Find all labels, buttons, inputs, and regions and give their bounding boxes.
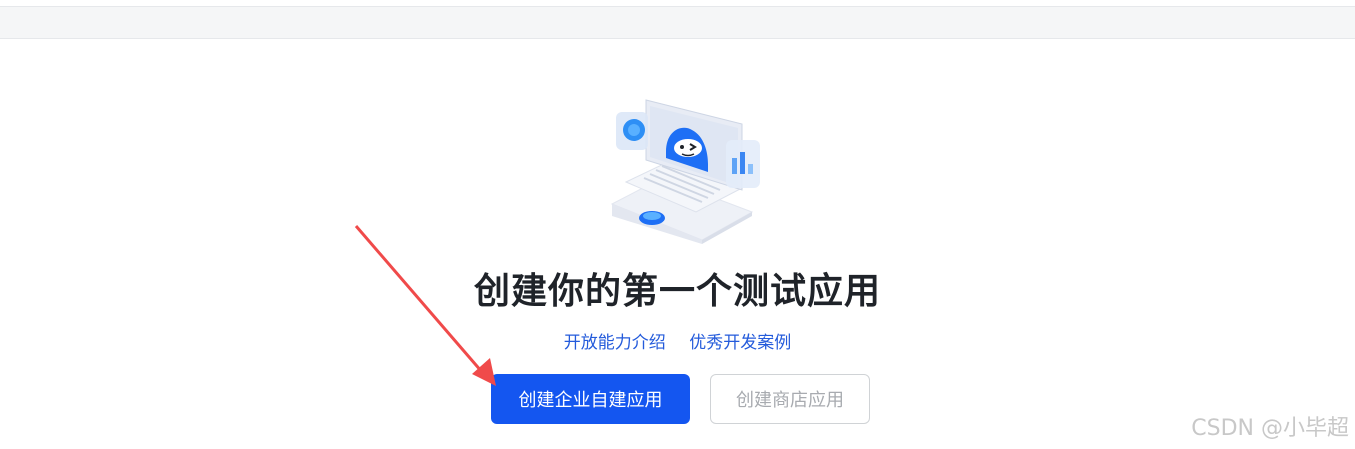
create-store-app-button[interactable]: 创建商店应用 xyxy=(710,374,870,424)
laptop-mascot-illustration xyxy=(610,99,760,244)
create-custom-app-button[interactable]: 创建企业自建应用 xyxy=(491,374,690,424)
top-bar xyxy=(0,6,1355,39)
dev-cases-link[interactable]: 优秀开发案例 xyxy=(689,333,791,353)
open-capabilities-link[interactable]: 开放能力介绍 xyxy=(564,333,666,353)
watermark: CSDN @小毕超 xyxy=(1191,416,1349,441)
links-row: 开放能力介绍 优秀开发案例 xyxy=(0,328,1355,353)
page-title: 创建你的第一个测试应用 xyxy=(473,271,881,312)
